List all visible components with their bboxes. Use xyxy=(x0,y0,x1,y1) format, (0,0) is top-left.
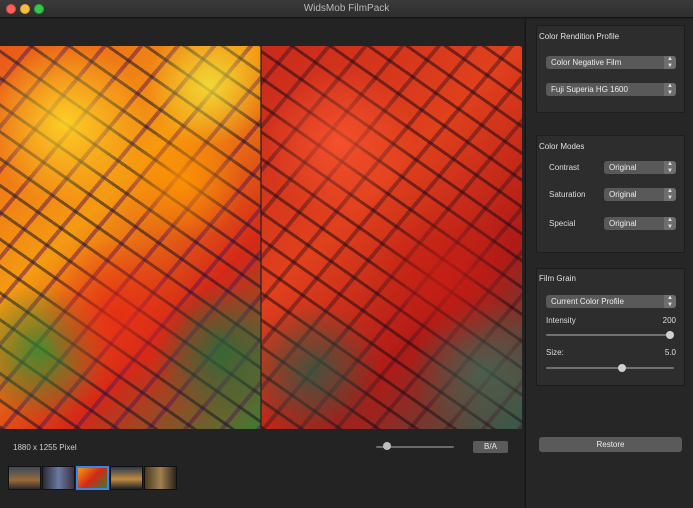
size-value: 5.0 xyxy=(664,348,676,357)
intensity-value: 200 xyxy=(662,316,676,325)
window-title: WidsMob FilmPack xyxy=(303,3,390,14)
size-label: Size: xyxy=(546,348,564,357)
size-slider-knob[interactable] xyxy=(618,364,626,372)
thumbnail-2[interactable] xyxy=(42,466,75,490)
image-dimensions: 1880 x 1255 Pixel xyxy=(13,443,77,452)
profile-select[interactable]: Color Negative Film ▲ ▼ xyxy=(546,56,676,69)
updown-chevron-icon: ▲ ▼ xyxy=(664,161,676,174)
updown-chevron-icon: ▲ ▼ xyxy=(664,188,676,201)
updown-chevron-icon: ▲ ▼ xyxy=(664,295,676,308)
special-label: Special xyxy=(549,219,576,228)
contrast-select-value: Original xyxy=(609,163,637,172)
before-after-button[interactable]: B/A xyxy=(473,441,508,453)
size-slider-track[interactable] xyxy=(546,367,674,369)
thumbnail-4[interactable] xyxy=(110,466,143,490)
image-preview[interactable] xyxy=(0,46,522,429)
film-select-value: Fuji Superia HG 1600 xyxy=(551,85,628,94)
contrast-select[interactable]: Original ▲ ▼ xyxy=(604,161,676,174)
thumbnail-5[interactable] xyxy=(144,466,177,490)
saturation-select[interactable]: Original ▲ ▼ xyxy=(604,188,676,201)
special-select[interactable]: Original ▲ ▼ xyxy=(604,217,676,230)
profile-select-value: Color Negative Film xyxy=(551,58,622,67)
contrast-label: Contrast xyxy=(549,163,580,172)
updown-chevron-icon: ▲ ▼ xyxy=(664,217,676,230)
intensity-label: Intensity xyxy=(546,316,576,325)
title-bar: WidsMob FilmPack xyxy=(0,0,693,18)
grain-source-value: Current Color Profile xyxy=(551,297,624,306)
comparison-divider[interactable] xyxy=(260,46,262,429)
saturation-label: Saturation xyxy=(549,190,586,199)
updown-chevron-icon: ▲ ▼ xyxy=(664,56,676,69)
thumbnail-1[interactable] xyxy=(8,466,41,490)
canvas-area xyxy=(0,19,524,508)
grain-source-select[interactable]: Current Color Profile ▲ ▼ xyxy=(546,295,676,308)
thumbnail-3-selected[interactable] xyxy=(76,466,109,490)
color-rendition-title: Color Rendition Profile xyxy=(539,32,620,41)
settings-sidebar: Color Rendition Profile Color Negative F… xyxy=(525,19,693,508)
intensity-slider-knob[interactable] xyxy=(666,331,674,339)
restore-button[interactable]: Restore xyxy=(539,437,682,452)
after-image xyxy=(261,46,522,429)
saturation-select-value: Original xyxy=(609,190,637,199)
intensity-slider-track[interactable] xyxy=(546,334,674,336)
thumbnail-strip xyxy=(8,466,177,490)
film-grain-title: Film Grain xyxy=(539,274,576,283)
updown-chevron-icon: ▲ ▼ xyxy=(664,83,676,96)
color-modes-title: Color Modes xyxy=(539,142,585,151)
special-select-value: Original xyxy=(609,219,637,228)
zoom-slider-knob[interactable] xyxy=(383,442,391,450)
before-image xyxy=(0,46,261,429)
film-select[interactable]: Fuji Superia HG 1600 ▲ ▼ xyxy=(546,83,676,96)
